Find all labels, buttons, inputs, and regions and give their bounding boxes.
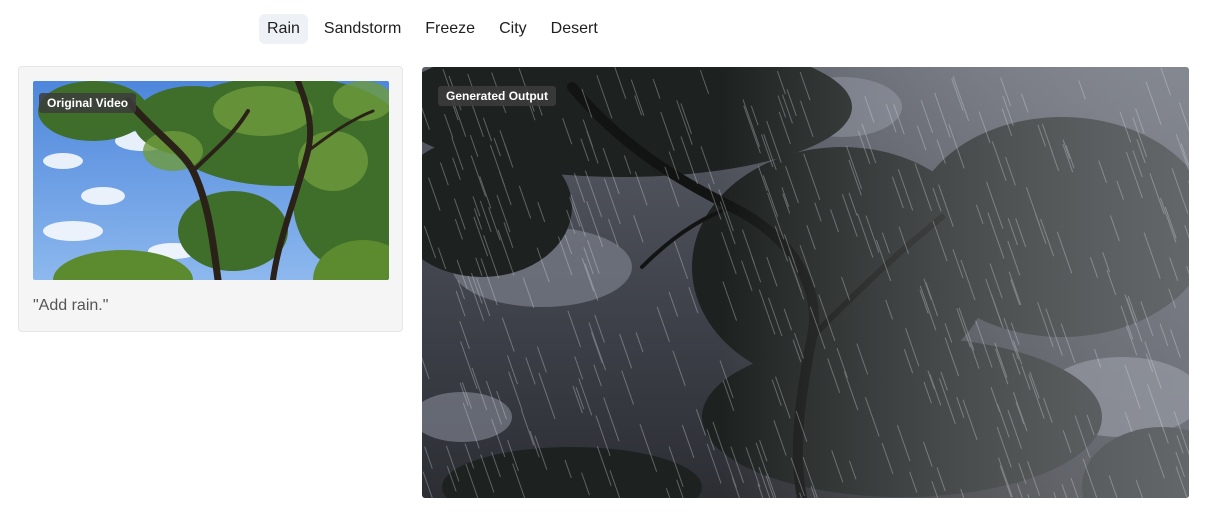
generated-output-label: Generated Output [438, 86, 557, 106]
tab-desert[interactable]: Desert [543, 14, 606, 44]
generated-output-video[interactable]: Generated Output [422, 67, 1189, 498]
prompt-text: "Add rain." [33, 297, 109, 314]
original-video[interactable]: Original Video [33, 81, 389, 280]
original-video-label: Original Video [39, 93, 137, 113]
tab-city[interactable]: City [491, 14, 535, 44]
scenario-tabs: Rain Sandstorm Freeze City Desert [259, 14, 606, 44]
generated-output-frame [422, 67, 1189, 498]
tab-freeze[interactable]: Freeze [417, 14, 483, 44]
input-card: Original Video "Add rain." [18, 66, 403, 332]
tab-sandstorm[interactable]: Sandstorm [316, 14, 409, 44]
tab-rain[interactable]: Rain [259, 14, 308, 44]
